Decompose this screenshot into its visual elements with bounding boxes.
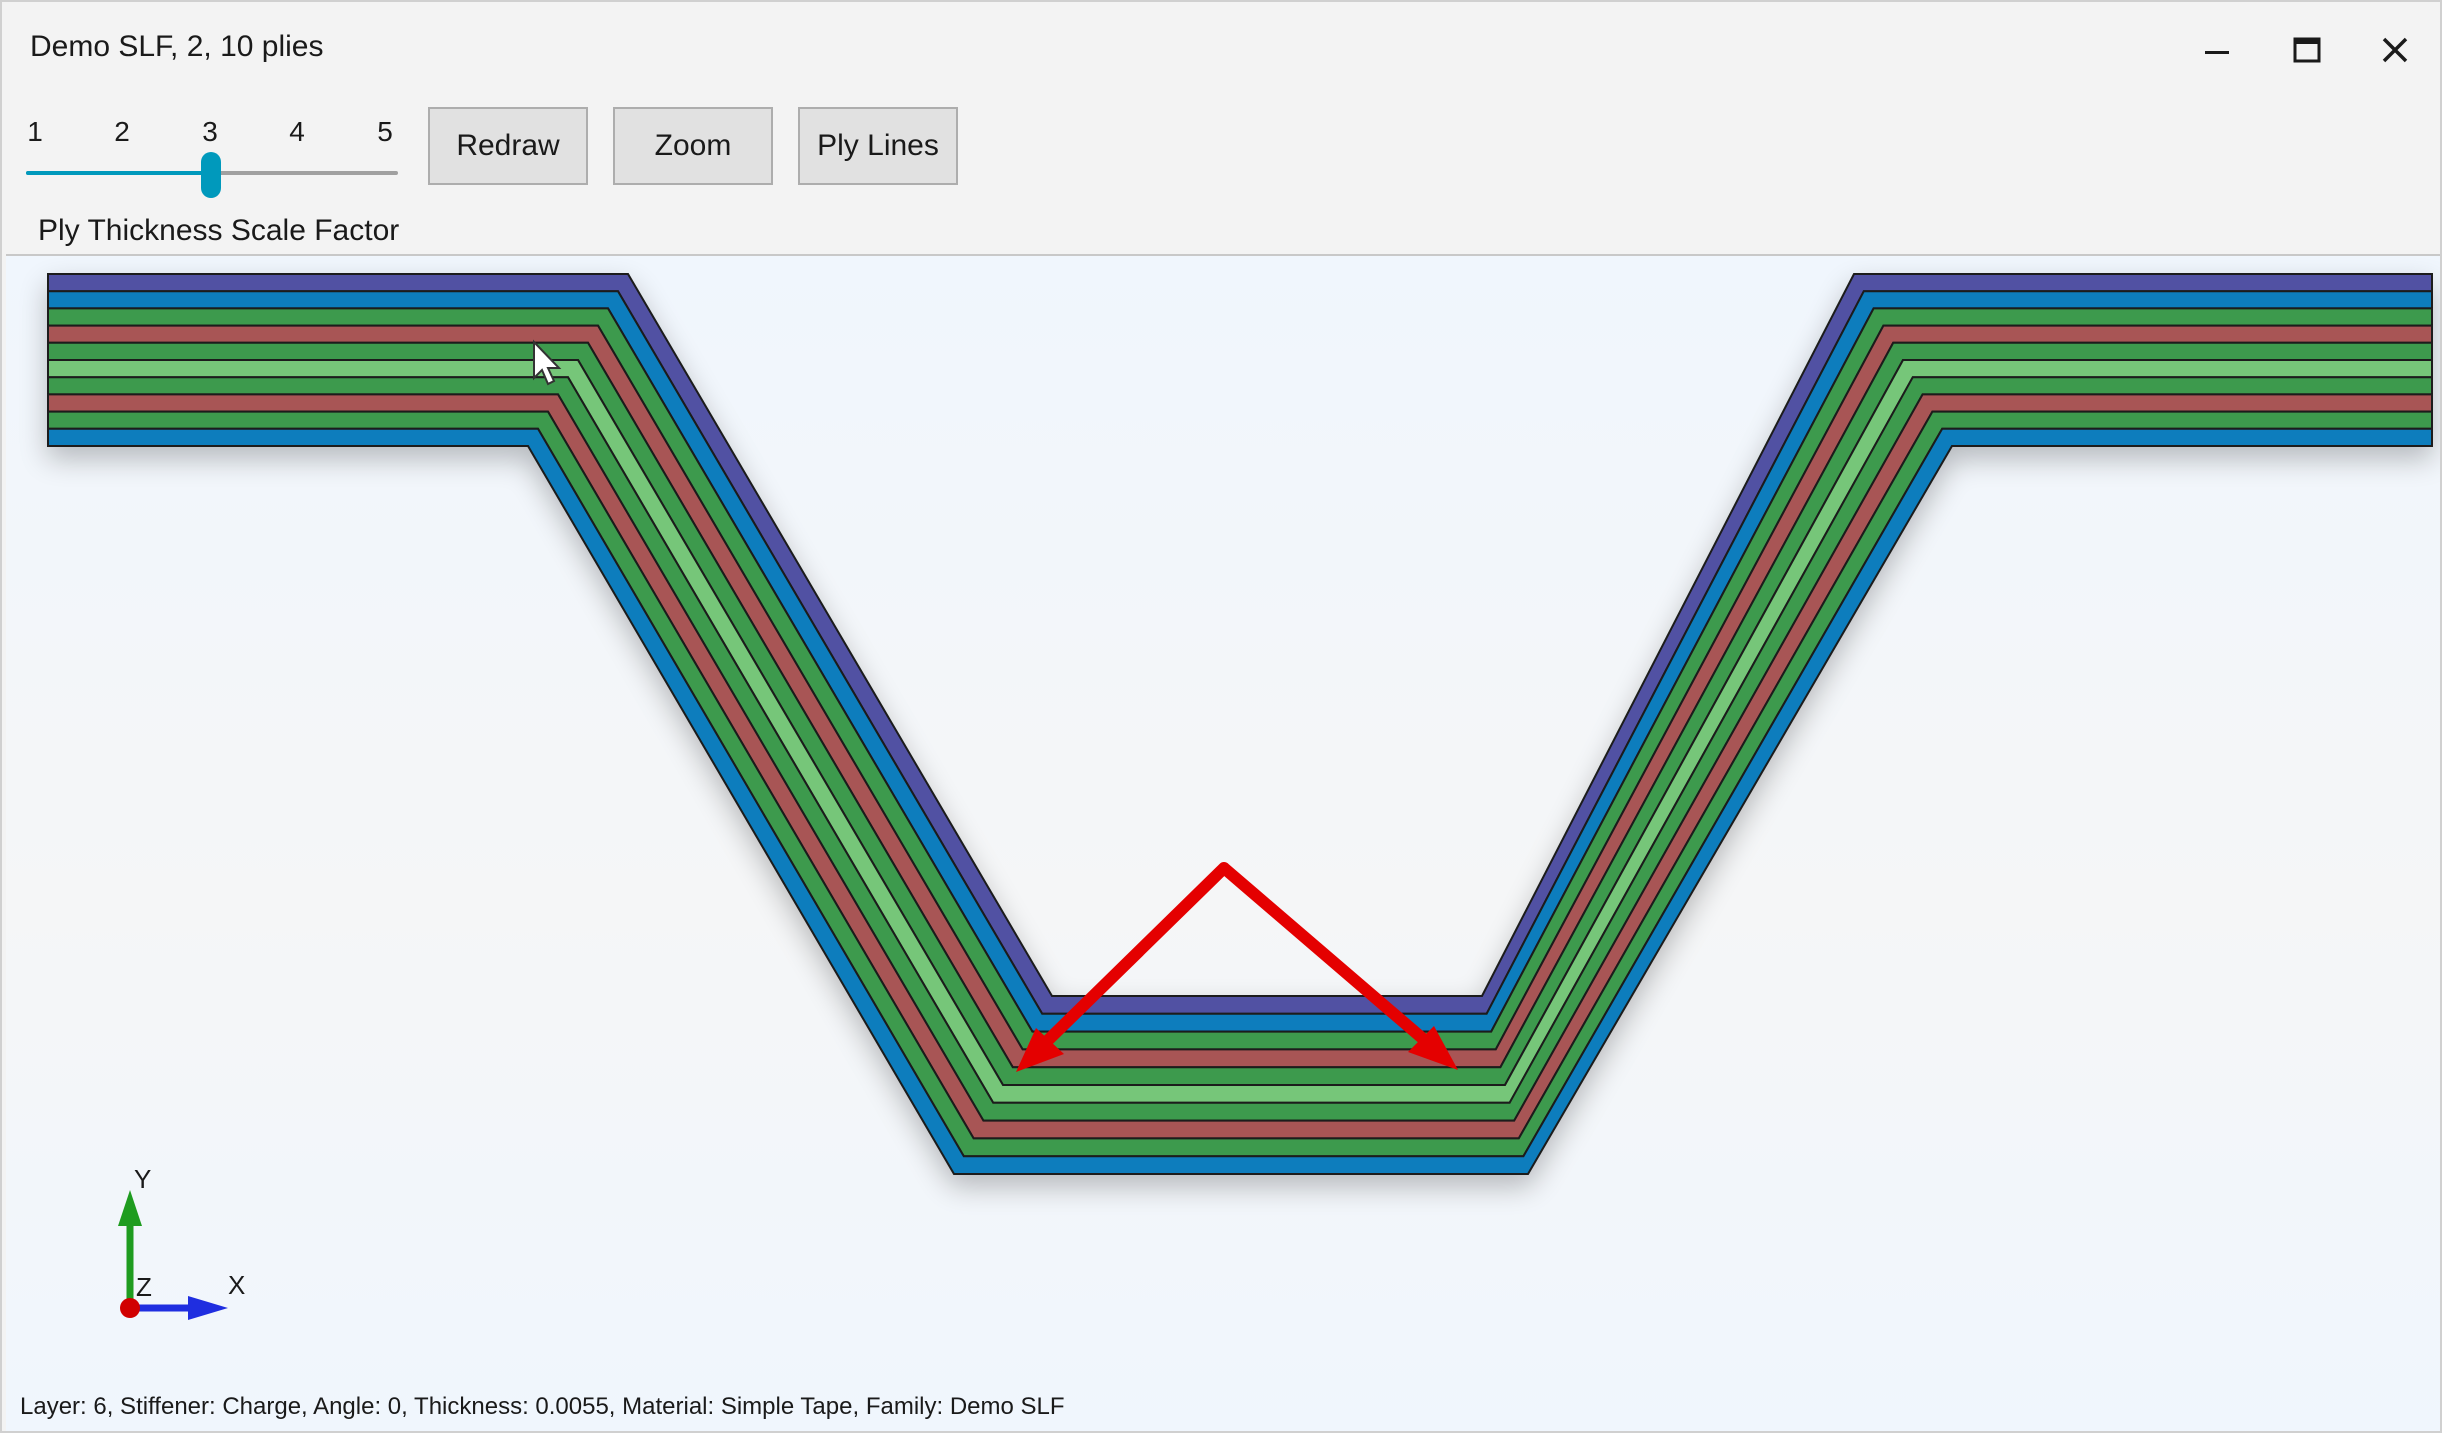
minimize-icon [2205, 51, 2229, 54]
app-window: Demo SLF, 2, 10 plies 1 2 3 4 5 Ply Thic… [0, 0, 2442, 1433]
slider-tick-1: 1 [27, 116, 43, 147]
x-axis-arrow-icon [188, 1296, 228, 1320]
close-icon [2382, 37, 2408, 63]
slider-tick-2: 2 [114, 116, 130, 147]
zoom-button[interactable]: Zoom [613, 107, 773, 185]
graphics-viewport[interactable]: Y X Z Layer: 6, Stiffener: Charge, Angle… [6, 254, 2440, 1433]
laminate-cross-section[interactable]: Y X Z [6, 256, 2440, 1433]
y-axis-label: Y [134, 1164, 151, 1194]
ply-lines-button[interactable]: Ply Lines [798, 107, 958, 185]
title-bar[interactable]: Demo SLF, 2, 10 plies [2, 2, 2440, 98]
maximize-button[interactable] [2262, 20, 2352, 80]
slider-fill [26, 171, 212, 175]
z-axis-label: Z [136, 1272, 152, 1302]
ply-5[interactable] [47, 341, 2433, 1086]
ply-stack[interactable] [47, 273, 2433, 1175]
minimize-button[interactable] [2172, 20, 2262, 80]
axis-triad: Y X Z [118, 1164, 245, 1320]
window-title: Demo SLF, 2, 10 plies [30, 30, 324, 63]
slider-tick-5: 5 [377, 116, 393, 147]
redraw-button[interactable]: Redraw [428, 107, 588, 185]
y-axis-arrow-icon [118, 1190, 142, 1226]
status-bar-text: Layer: 6, Stiffener: Charge, Angle: 0, T… [20, 1393, 1065, 1420]
ply-6[interactable] [47, 359, 2433, 1104]
close-button[interactable] [2350, 20, 2440, 80]
slider-caption: Ply Thickness Scale Factor [38, 214, 400, 247]
slider-thumb[interactable] [201, 152, 221, 198]
slider-tick-4: 4 [289, 116, 305, 147]
slider-tick-3: 3 [202, 116, 218, 147]
ply-thickness-slider[interactable]: 1 2 3 4 5 [22, 112, 402, 202]
maximize-icon [2293, 37, 2321, 63]
x-axis-label: X [228, 1270, 245, 1300]
